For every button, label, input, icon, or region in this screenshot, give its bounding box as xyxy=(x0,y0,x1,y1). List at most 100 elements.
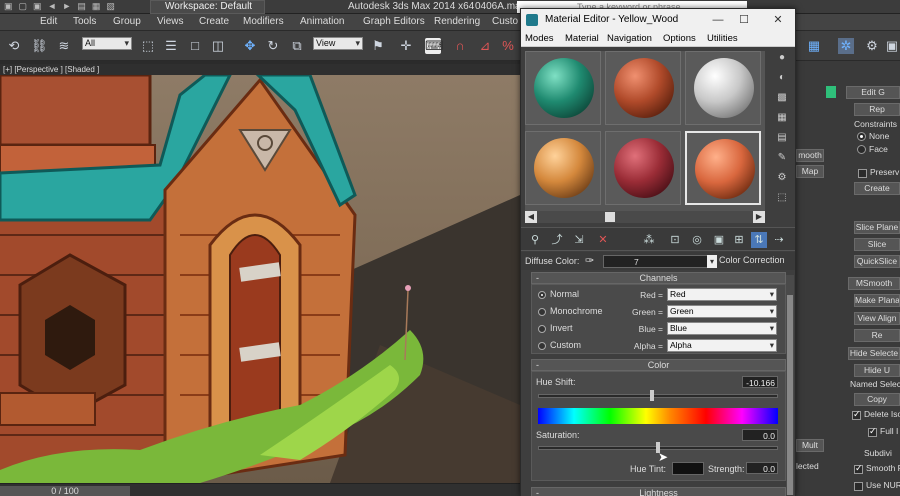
background-icon[interactable]: ▩ xyxy=(775,91,789,105)
reference-coordinate-dropdown[interactable]: View xyxy=(313,37,363,50)
menu-animation[interactable]: Animation xyxy=(300,16,344,27)
go-to-parent-icon[interactable]: ⇅ xyxy=(751,232,767,248)
menu-navigation[interactable]: Navigation xyxy=(607,33,652,44)
video-color-check-icon[interactable]: ▤ xyxy=(775,131,789,145)
slots-scrollbar[interactable]: ◀ ▶ xyxy=(525,211,765,223)
smooth-result-checkbox[interactable] xyxy=(854,463,863,474)
map-button[interactable]: Map xyxy=(796,165,824,178)
sample-slot-5[interactable] xyxy=(605,131,681,205)
channel-normal-radio[interactable] xyxy=(538,291,546,299)
menu-utilities[interactable]: Utilities xyxy=(707,33,738,44)
perspective-viewport[interactable] xyxy=(0,75,520,483)
channel-blue-dropdown[interactable]: Blue xyxy=(667,322,777,335)
scroll-thumb[interactable] xyxy=(605,212,615,222)
workspace-dropdown[interactable]: Workspace: Default xyxy=(150,0,265,14)
channels-rollout-header[interactable]: Channels xyxy=(531,272,786,284)
map-type-dropdown[interactable]: ▾ xyxy=(707,255,717,268)
hide-unselected-button[interactable]: Hide U xyxy=(854,364,900,377)
uv-tiling-icon[interactable]: ▦ xyxy=(775,111,789,125)
bind-spacewarp-icon[interactable]: ≋ xyxy=(56,38,72,54)
eyedropper-icon[interactable]: ✑ xyxy=(585,254,594,267)
material-id-icon[interactable]: ◎ xyxy=(689,232,705,248)
make-unique-icon[interactable]: ⁂ xyxy=(641,232,657,248)
saturation-spinner[interactable]: 0.0 xyxy=(742,429,778,441)
color-rollout-header[interactable]: Color xyxy=(531,359,786,371)
minimize-icon[interactable]: — xyxy=(707,9,729,31)
keyboard-shortcut-icon[interactable]: ⌨ xyxy=(425,38,444,54)
preserve-uvs-checkbox[interactable] xyxy=(858,169,867,178)
hue-shift-slider[interactable] xyxy=(538,394,778,398)
manipulate-icon[interactable]: ✛ xyxy=(398,38,414,54)
parameters-scrollbar[interactable] xyxy=(786,275,794,495)
strength-spinner[interactable]: 0.0 xyxy=(746,462,778,474)
sample-slot-4[interactable] xyxy=(525,131,601,205)
channel-custom-radio[interactable] xyxy=(538,342,546,350)
hue-tint-swatch[interactable] xyxy=(672,462,704,475)
link-icon[interactable]: ⛓ xyxy=(31,38,48,54)
menu-views[interactable]: Views xyxy=(157,16,184,27)
channel-green-dropdown[interactable]: Green xyxy=(667,305,777,318)
window-crossing-icon[interactable]: ◫ xyxy=(210,38,226,54)
hide-selected-button[interactable]: Hide Selecte xyxy=(848,347,900,360)
sample-slot-6-active[interactable] xyxy=(685,131,761,205)
angle-snap-icon[interactable]: ⊿ xyxy=(477,38,493,54)
menu-graph-editors[interactable]: Graph Editors xyxy=(363,16,425,27)
map-name-field[interactable]: 7 xyxy=(603,255,715,268)
slice-button[interactable]: Slice xyxy=(854,238,900,251)
reset-map-icon[interactable]: ✕ xyxy=(595,232,611,248)
selection-filter-dropdown[interactable]: All xyxy=(82,37,132,50)
viewport-label[interactable]: [+] [Perspective ] [Shaded ] xyxy=(0,64,520,75)
menu-customize[interactable]: Custo xyxy=(492,16,518,27)
sample-slot-3[interactable] xyxy=(685,51,761,125)
view-align-button[interactable]: View Align xyxy=(854,312,900,325)
get-material-icon[interactable]: ⚲ xyxy=(527,232,543,248)
menu-modifiers[interactable]: Modifiers xyxy=(243,16,284,27)
channel-invert-radio[interactable] xyxy=(538,325,546,333)
pivot-icon[interactable]: ⚑ xyxy=(370,38,386,54)
show-end-result-icon[interactable]: ⊞ xyxy=(731,232,747,248)
render-icon[interactable]: ▣ xyxy=(884,38,900,54)
menu-group[interactable]: Group xyxy=(113,16,141,27)
create-button[interactable]: Create xyxy=(854,182,900,195)
scroll-right-icon[interactable]: ▶ xyxy=(753,211,765,223)
slice-plane-button[interactable]: Slice Plane xyxy=(854,221,900,234)
backlight-icon[interactable]: ◐ xyxy=(775,71,789,85)
put-to-library-icon[interactable]: ⊡ xyxy=(667,232,683,248)
move-icon[interactable]: ✥ xyxy=(242,38,258,54)
menu-rendering[interactable]: Rendering xyxy=(434,16,480,27)
material-editor-titlebar[interactable]: Material Editor - Yellow_Wood — ☐ ✕ xyxy=(521,9,795,31)
select-by-material-icon[interactable]: ⬚ xyxy=(775,191,789,205)
percent-snap-icon[interactable]: % xyxy=(500,38,516,54)
menu-edit[interactable]: Edit xyxy=(40,16,57,27)
use-nurms-checkbox[interactable] xyxy=(854,482,863,491)
render-setup-icon[interactable]: ⚙ xyxy=(864,38,880,54)
put-to-scene-icon[interactable]: ⤴ xyxy=(549,232,565,248)
edit-geometry-rollout[interactable]: Edit G xyxy=(846,86,900,99)
hue-shift-slider-thumb[interactable] xyxy=(650,390,654,401)
make-preview-icon[interactable]: ✎ xyxy=(775,151,789,165)
channel-alpha-dropdown[interactable]: Alpha xyxy=(667,339,777,352)
close-icon[interactable]: ✕ xyxy=(767,9,789,31)
time-slider[interactable]: 0 / 100 xyxy=(0,486,130,496)
rect-selection-icon[interactable]: □ xyxy=(187,38,203,54)
sample-slot-2[interactable] xyxy=(605,51,681,125)
sample-slot-1[interactable] xyxy=(525,51,601,125)
assign-to-selection-icon[interactable]: ⇲ xyxy=(571,232,587,248)
show-map-icon[interactable]: ▣ xyxy=(711,232,727,248)
relax-button[interactable]: Re xyxy=(854,329,900,342)
full-interactivity-checkbox[interactable] xyxy=(868,426,877,437)
snap-toggle-icon[interactable]: ∩ xyxy=(452,38,468,54)
subdivision-surface-label[interactable]: Subdivi xyxy=(864,448,892,459)
mult-button[interactable]: Mult xyxy=(796,439,824,452)
sample-type-icon[interactable]: ● xyxy=(775,51,789,65)
undo-icon[interactable]: ⟲ xyxy=(6,38,22,54)
quickslice-button[interactable]: QuickSlice xyxy=(854,255,900,268)
msmooth-button[interactable]: MSmooth xyxy=(848,277,900,290)
hue-shift-spinner[interactable]: -10.166 xyxy=(742,376,778,388)
menu-material[interactable]: Material xyxy=(565,33,599,44)
menu-modes[interactable]: Modes xyxy=(525,33,554,44)
scroll-left-icon[interactable]: ◀ xyxy=(525,211,537,223)
quick-access-icons[interactable]: ▣▢▣◄►▤▦▧ xyxy=(4,1,144,13)
smooth-button[interactable]: mooth xyxy=(796,149,824,162)
maximize-icon[interactable]: ☐ xyxy=(733,9,755,31)
